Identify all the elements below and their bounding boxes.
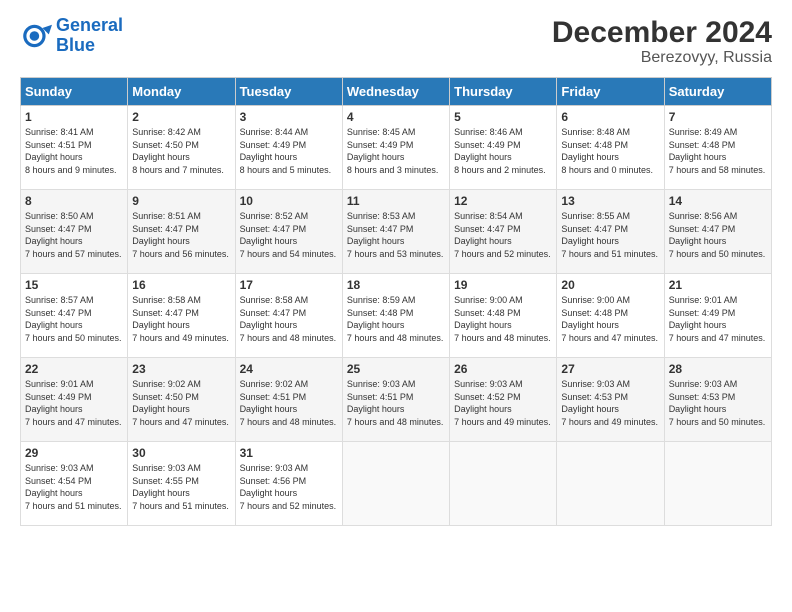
logo: General Blue <box>20 16 123 56</box>
table-row: 16Sunrise: 8:58 AMSunset: 4:47 PMDayligh… <box>128 274 235 358</box>
calendar-title: December 2024 <box>552 16 772 49</box>
table-row: 12Sunrise: 8:54 AMSunset: 4:47 PMDayligh… <box>450 190 557 274</box>
calendar-week-row: 29Sunrise: 9:03 AMSunset: 4:54 PMDayligh… <box>21 442 772 526</box>
weekday-sunday: Sunday <box>21 78 128 106</box>
table-row <box>342 442 449 526</box>
table-row: 15Sunrise: 8:57 AMSunset: 4:47 PMDayligh… <box>21 274 128 358</box>
table-row <box>557 442 664 526</box>
weekday-wednesday: Wednesday <box>342 78 449 106</box>
logo-line1: General <box>56 16 123 36</box>
calendar-subtitle: Berezovyy, Russia <box>552 49 772 67</box>
table-row: 5Sunrise: 8:46 AMSunset: 4:49 PMDaylight… <box>450 106 557 190</box>
logo-line2: Blue <box>56 36 123 56</box>
weekday-header-row: Sunday Monday Tuesday Wednesday Thursday… <box>21 78 772 106</box>
table-row: 27Sunrise: 9:03 AMSunset: 4:53 PMDayligh… <box>557 358 664 442</box>
table-row <box>664 442 771 526</box>
table-row: 18Sunrise: 8:59 AMSunset: 4:48 PMDayligh… <box>342 274 449 358</box>
table-row: 11Sunrise: 8:53 AMSunset: 4:47 PMDayligh… <box>342 190 449 274</box>
table-row: 7Sunrise: 8:49 AMSunset: 4:48 PMDaylight… <box>664 106 771 190</box>
calendar-week-row: 1Sunrise: 8:41 AMSunset: 4:51 PMDaylight… <box>21 106 772 190</box>
table-row: 26Sunrise: 9:03 AMSunset: 4:52 PMDayligh… <box>450 358 557 442</box>
table-row <box>450 442 557 526</box>
weekday-tuesday: Tuesday <box>235 78 342 106</box>
table-row: 2Sunrise: 8:42 AMSunset: 4:50 PMDaylight… <box>128 106 235 190</box>
table-row: 20Sunrise: 9:00 AMSunset: 4:48 PMDayligh… <box>557 274 664 358</box>
weekday-thursday: Thursday <box>450 78 557 106</box>
table-row: 21Sunrise: 9:01 AMSunset: 4:49 PMDayligh… <box>664 274 771 358</box>
weekday-monday: Monday <box>128 78 235 106</box>
table-row: 1Sunrise: 8:41 AMSunset: 4:51 PMDaylight… <box>21 106 128 190</box>
table-row: 29Sunrise: 9:03 AMSunset: 4:54 PMDayligh… <box>21 442 128 526</box>
weekday-friday: Friday <box>557 78 664 106</box>
calendar-week-row: 22Sunrise: 9:01 AMSunset: 4:49 PMDayligh… <box>21 358 772 442</box>
table-row: 4Sunrise: 8:45 AMSunset: 4:49 PMDaylight… <box>342 106 449 190</box>
title-block: December 2024 Berezovyy, Russia <box>552 16 772 67</box>
table-row: 25Sunrise: 9:03 AMSunset: 4:51 PMDayligh… <box>342 358 449 442</box>
table-row: 10Sunrise: 8:52 AMSunset: 4:47 PMDayligh… <box>235 190 342 274</box>
table-row: 13Sunrise: 8:55 AMSunset: 4:47 PMDayligh… <box>557 190 664 274</box>
table-row: 19Sunrise: 9:00 AMSunset: 4:48 PMDayligh… <box>450 274 557 358</box>
table-row: 14Sunrise: 8:56 AMSunset: 4:47 PMDayligh… <box>664 190 771 274</box>
header: General Blue December 2024 Berezovyy, Ru… <box>20 16 772 67</box>
table-row: 3Sunrise: 8:44 AMSunset: 4:49 PMDaylight… <box>235 106 342 190</box>
page: General Blue December 2024 Berezovyy, Ru… <box>0 0 792 536</box>
table-row: 17Sunrise: 8:58 AMSunset: 4:47 PMDayligh… <box>235 274 342 358</box>
weekday-saturday: Saturday <box>664 78 771 106</box>
calendar-week-row: 8Sunrise: 8:50 AMSunset: 4:47 PMDaylight… <box>21 190 772 274</box>
table-row: 28Sunrise: 9:03 AMSunset: 4:53 PMDayligh… <box>664 358 771 442</box>
calendar-table: Sunday Monday Tuesday Wednesday Thursday… <box>20 77 772 526</box>
table-row: 9Sunrise: 8:51 AMSunset: 4:47 PMDaylight… <box>128 190 235 274</box>
table-row: 31Sunrise: 9:03 AMSunset: 4:56 PMDayligh… <box>235 442 342 526</box>
table-row: 22Sunrise: 9:01 AMSunset: 4:49 PMDayligh… <box>21 358 128 442</box>
logo-icon <box>20 20 52 52</box>
table-row: 30Sunrise: 9:03 AMSunset: 4:55 PMDayligh… <box>128 442 235 526</box>
table-row: 8Sunrise: 8:50 AMSunset: 4:47 PMDaylight… <box>21 190 128 274</box>
table-row: 24Sunrise: 9:02 AMSunset: 4:51 PMDayligh… <box>235 358 342 442</box>
table-row: 23Sunrise: 9:02 AMSunset: 4:50 PMDayligh… <box>128 358 235 442</box>
calendar-week-row: 15Sunrise: 8:57 AMSunset: 4:47 PMDayligh… <box>21 274 772 358</box>
table-row: 6Sunrise: 8:48 AMSunset: 4:48 PMDaylight… <box>557 106 664 190</box>
